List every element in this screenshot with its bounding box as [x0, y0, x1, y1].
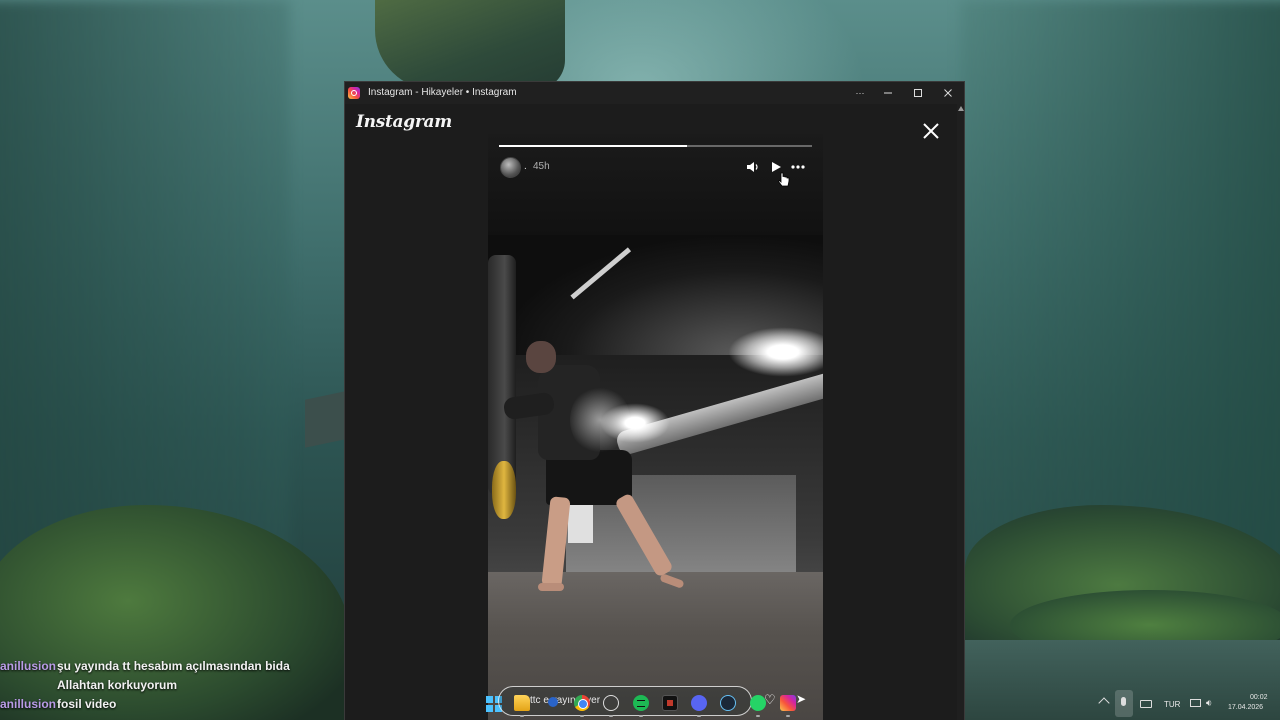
microphone-icon[interactable] [1115, 690, 1133, 717]
chat-text: şu yayında tt hesabım açılmasından bida [57, 659, 290, 673]
input-language[interactable]: TUR [1164, 700, 1180, 709]
maximize-button[interactable] [903, 82, 933, 104]
window-title: Instagram - Hikayeler • Instagram [368, 87, 517, 98]
window-titlebar[interactable]: Instagram - Hikayeler • Instagram ··· [345, 82, 964, 104]
window-scrollbar[interactable] [957, 104, 964, 720]
more-dots-label: ··· [855, 88, 865, 98]
volume-icon[interactable] [745, 160, 761, 174]
scroll-up-arrow-icon[interactable] [958, 106, 964, 111]
story-username[interactable]: . [524, 161, 527, 172]
minimize-button[interactable] [873, 82, 903, 104]
running-indicator [639, 715, 643, 717]
file-explorer-icon[interactable] [514, 695, 530, 711]
clock-time[interactable]: 00:02 [1250, 694, 1268, 701]
story-progress-fill [499, 145, 687, 147]
send-icon[interactable]: ➤ [796, 693, 808, 705]
close-window-button[interactable] [933, 82, 963, 104]
close-icon [944, 89, 952, 97]
running-indicator [520, 715, 524, 717]
capcut-icon[interactable] [662, 695, 678, 711]
maximize-icon [914, 89, 922, 97]
window-more-button[interactable]: ··· [845, 82, 875, 104]
running-indicator [580, 715, 584, 717]
clock-date[interactable]: 17.04.2026 [1228, 704, 1263, 711]
instagram-taskbar-icon[interactable] [780, 695, 796, 711]
chat-message: anillusion şu yayında tt hesabım açılmas… [0, 657, 320, 676]
story-close-icon[interactable] [919, 119, 943, 143]
story-viewer[interactable]: . 45h [488, 134, 823, 720]
network-icon[interactable] [1190, 699, 1201, 707]
story-progress-bar [499, 145, 812, 147]
instagram-window: Instagram - Hikayeler • Instagram ··· In… [344, 81, 965, 720]
pen-app-icon[interactable] [548, 697, 558, 707]
obs-icon[interactable] [603, 695, 619, 711]
running-indicator [609, 715, 613, 717]
hand-cursor-icon [778, 172, 790, 187]
running-indicator [786, 715, 790, 717]
instagram-logo[interactable]: Instagram [356, 112, 452, 132]
instagram-app-icon [348, 87, 360, 99]
avatar[interactable] [500, 157, 521, 178]
story-time: 45h [533, 161, 550, 172]
minimize-icon [884, 92, 892, 94]
running-indicator [697, 715, 701, 717]
volume-tray-icon[interactable]: 🔉︎ [1206, 699, 1212, 709]
discord-icon[interactable] [691, 695, 707, 711]
chrome-icon[interactable] [574, 695, 590, 711]
system-tray: TUR 🔉︎ 00:02 17.04.2026 [1096, 688, 1280, 720]
spotify-icon[interactable] [633, 695, 649, 711]
chat-username: anillusion [0, 659, 57, 673]
heart-icon[interactable]: ♡ [764, 693, 778, 707]
steam-icon[interactable] [720, 695, 736, 711]
story-header [488, 134, 823, 236]
instagram-content: Instagram . 45h [345, 104, 957, 720]
more-options-icon[interactable] [790, 160, 806, 174]
keyboard-icon[interactable] [1140, 700, 1152, 708]
running-indicator [756, 715, 760, 717]
show-hidden-icons-chevron-icon[interactable] [1098, 697, 1110, 709]
story-video[interactable] [488, 235, 823, 720]
